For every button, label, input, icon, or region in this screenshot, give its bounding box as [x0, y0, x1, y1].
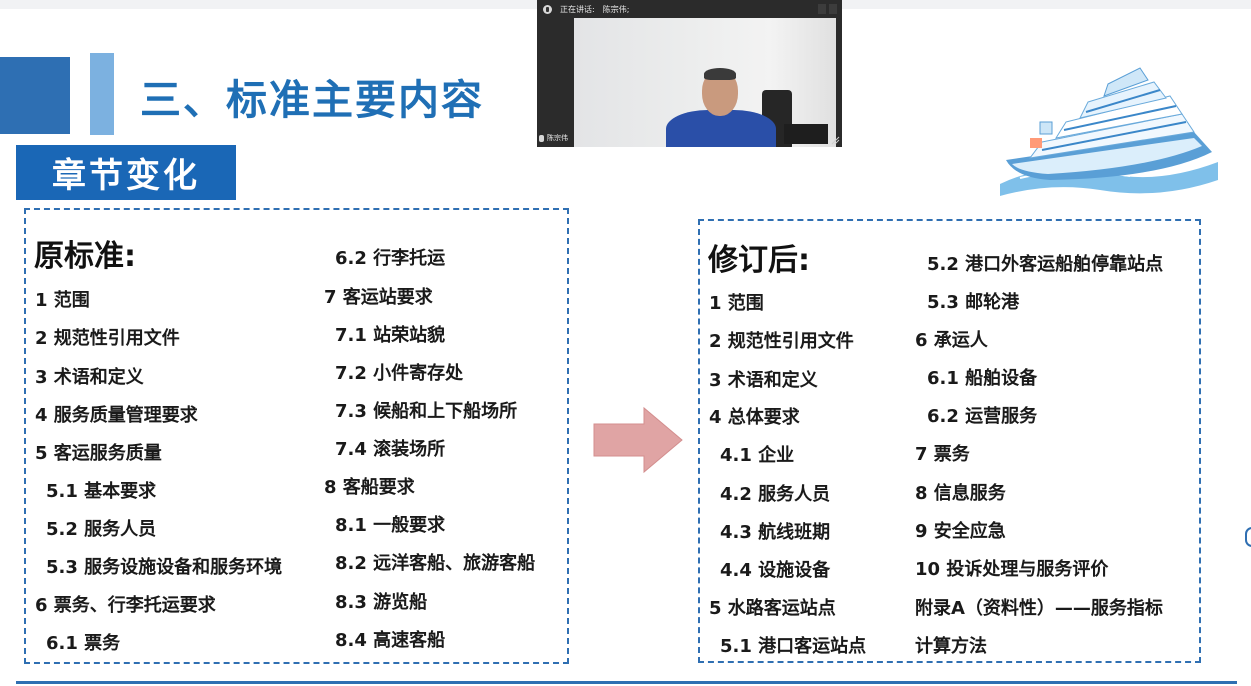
- chapter-banner: 章节变化: [16, 145, 236, 200]
- list-item: 8.3 游览船: [335, 592, 428, 613]
- list-item: 4.2 服务人员: [720, 484, 831, 505]
- list-item: 4.1 企业: [720, 445, 795, 466]
- list-item: 6 票务、行李托运要求: [35, 595, 216, 616]
- list-item: 8.4 高速客船: [335, 630, 446, 651]
- desk-object: [784, 124, 828, 144]
- list-item: 4 服务质量管理要求: [35, 405, 198, 426]
- menu-icon[interactable]: [818, 3, 838, 15]
- title-decoration-bar: [0, 57, 70, 134]
- list-item: 5.2 港口外客运船舶停靠站点: [927, 254, 1164, 275]
- section-title: 三、标准主要内容: [140, 76, 484, 124]
- speaking-name: 陈宗伟;: [602, 4, 630, 14]
- list-item: 6.1 船舶设备: [927, 368, 1038, 389]
- list-item: 8 客船要求: [324, 477, 415, 498]
- participant-name-tag: 陈宗伟: [539, 133, 568, 143]
- person-hair: [704, 68, 736, 80]
- list-item: 2 规范性引用文件: [35, 328, 180, 349]
- list-item: 5.1 基本要求: [46, 481, 157, 502]
- scroll-handle[interactable]: [1245, 527, 1251, 547]
- list-item: 7.1 站荣站貌: [335, 325, 446, 346]
- bottom-divider: [16, 681, 1237, 684]
- list-item: 5 客运服务质量: [35, 443, 162, 464]
- speaking-status-label: 正在讲话:: [560, 4, 595, 14]
- list-item: 10 投诉处理与服务评价: [915, 559, 1109, 580]
- list-item: 3 术语和定义: [35, 367, 144, 388]
- resize-icon[interactable]: [830, 135, 840, 145]
- participant-name: 陈宗伟: [547, 134, 568, 142]
- list-item: 4 总体要求: [709, 407, 800, 428]
- list-item: 2 规范性引用文件: [709, 331, 854, 352]
- revised-standard-heading: 修订后:: [708, 243, 810, 278]
- list-item: 6.2 运营服务: [927, 406, 1038, 427]
- list-item: 5.2 服务人员: [46, 519, 157, 540]
- list-item: 附录A（资料性）——服务指标: [915, 598, 1163, 619]
- cruise-ship-illustration: [1000, 67, 1218, 196]
- video-topbar: 正在讲话: 陈宗伟;: [537, 0, 842, 18]
- list-item: 3 术语和定义: [709, 370, 818, 391]
- list-item: 7 票务: [915, 444, 970, 465]
- participant-video[interactable]: [574, 18, 836, 147]
- list-item: 4.4 设施设备: [720, 560, 831, 581]
- list-item: 7 客运站要求: [324, 287, 433, 308]
- list-item: 8 信息服务: [915, 483, 1006, 504]
- list-item: 5.3 邮轮港: [927, 292, 1020, 313]
- list-item: 8.2 远洋客船、旅游客船: [335, 553, 536, 574]
- video-call-window[interactable]: 正在讲话: 陈宗伟; 陈宗伟: [537, 0, 842, 147]
- list-item: 6.2 行李托运: [335, 248, 446, 269]
- list-item: 5 水路客运站点: [709, 598, 836, 619]
- list-item: 7.2 小件寄存处: [335, 363, 464, 384]
- list-item: 6.1 票务: [46, 633, 121, 654]
- title-decoration-accent: [90, 53, 114, 135]
- list-item: 计算方法: [915, 636, 987, 657]
- list-item: 4.3 航线班期: [720, 522, 831, 543]
- original-standard-heading: 原标准:: [34, 239, 136, 274]
- list-item: 5.3 服务设施设备和服务环境: [46, 557, 283, 578]
- list-item: 5.1 港口客运站点: [720, 636, 867, 657]
- mic-icon: [543, 4, 552, 14]
- list-item: 8.1 一般要求: [335, 515, 446, 536]
- list-item: 6 承运人: [915, 330, 988, 351]
- list-item: 7.4 滚装场所: [335, 439, 446, 460]
- list-item: 7.3 候船和上下船场所: [335, 401, 518, 422]
- participant-mic-icon: [539, 134, 544, 142]
- list-item: 9 安全应急: [915, 521, 1006, 542]
- list-item: 1 范围: [709, 293, 764, 314]
- right-arrow-icon: [593, 406, 683, 474]
- list-item: 1 范围: [35, 290, 90, 311]
